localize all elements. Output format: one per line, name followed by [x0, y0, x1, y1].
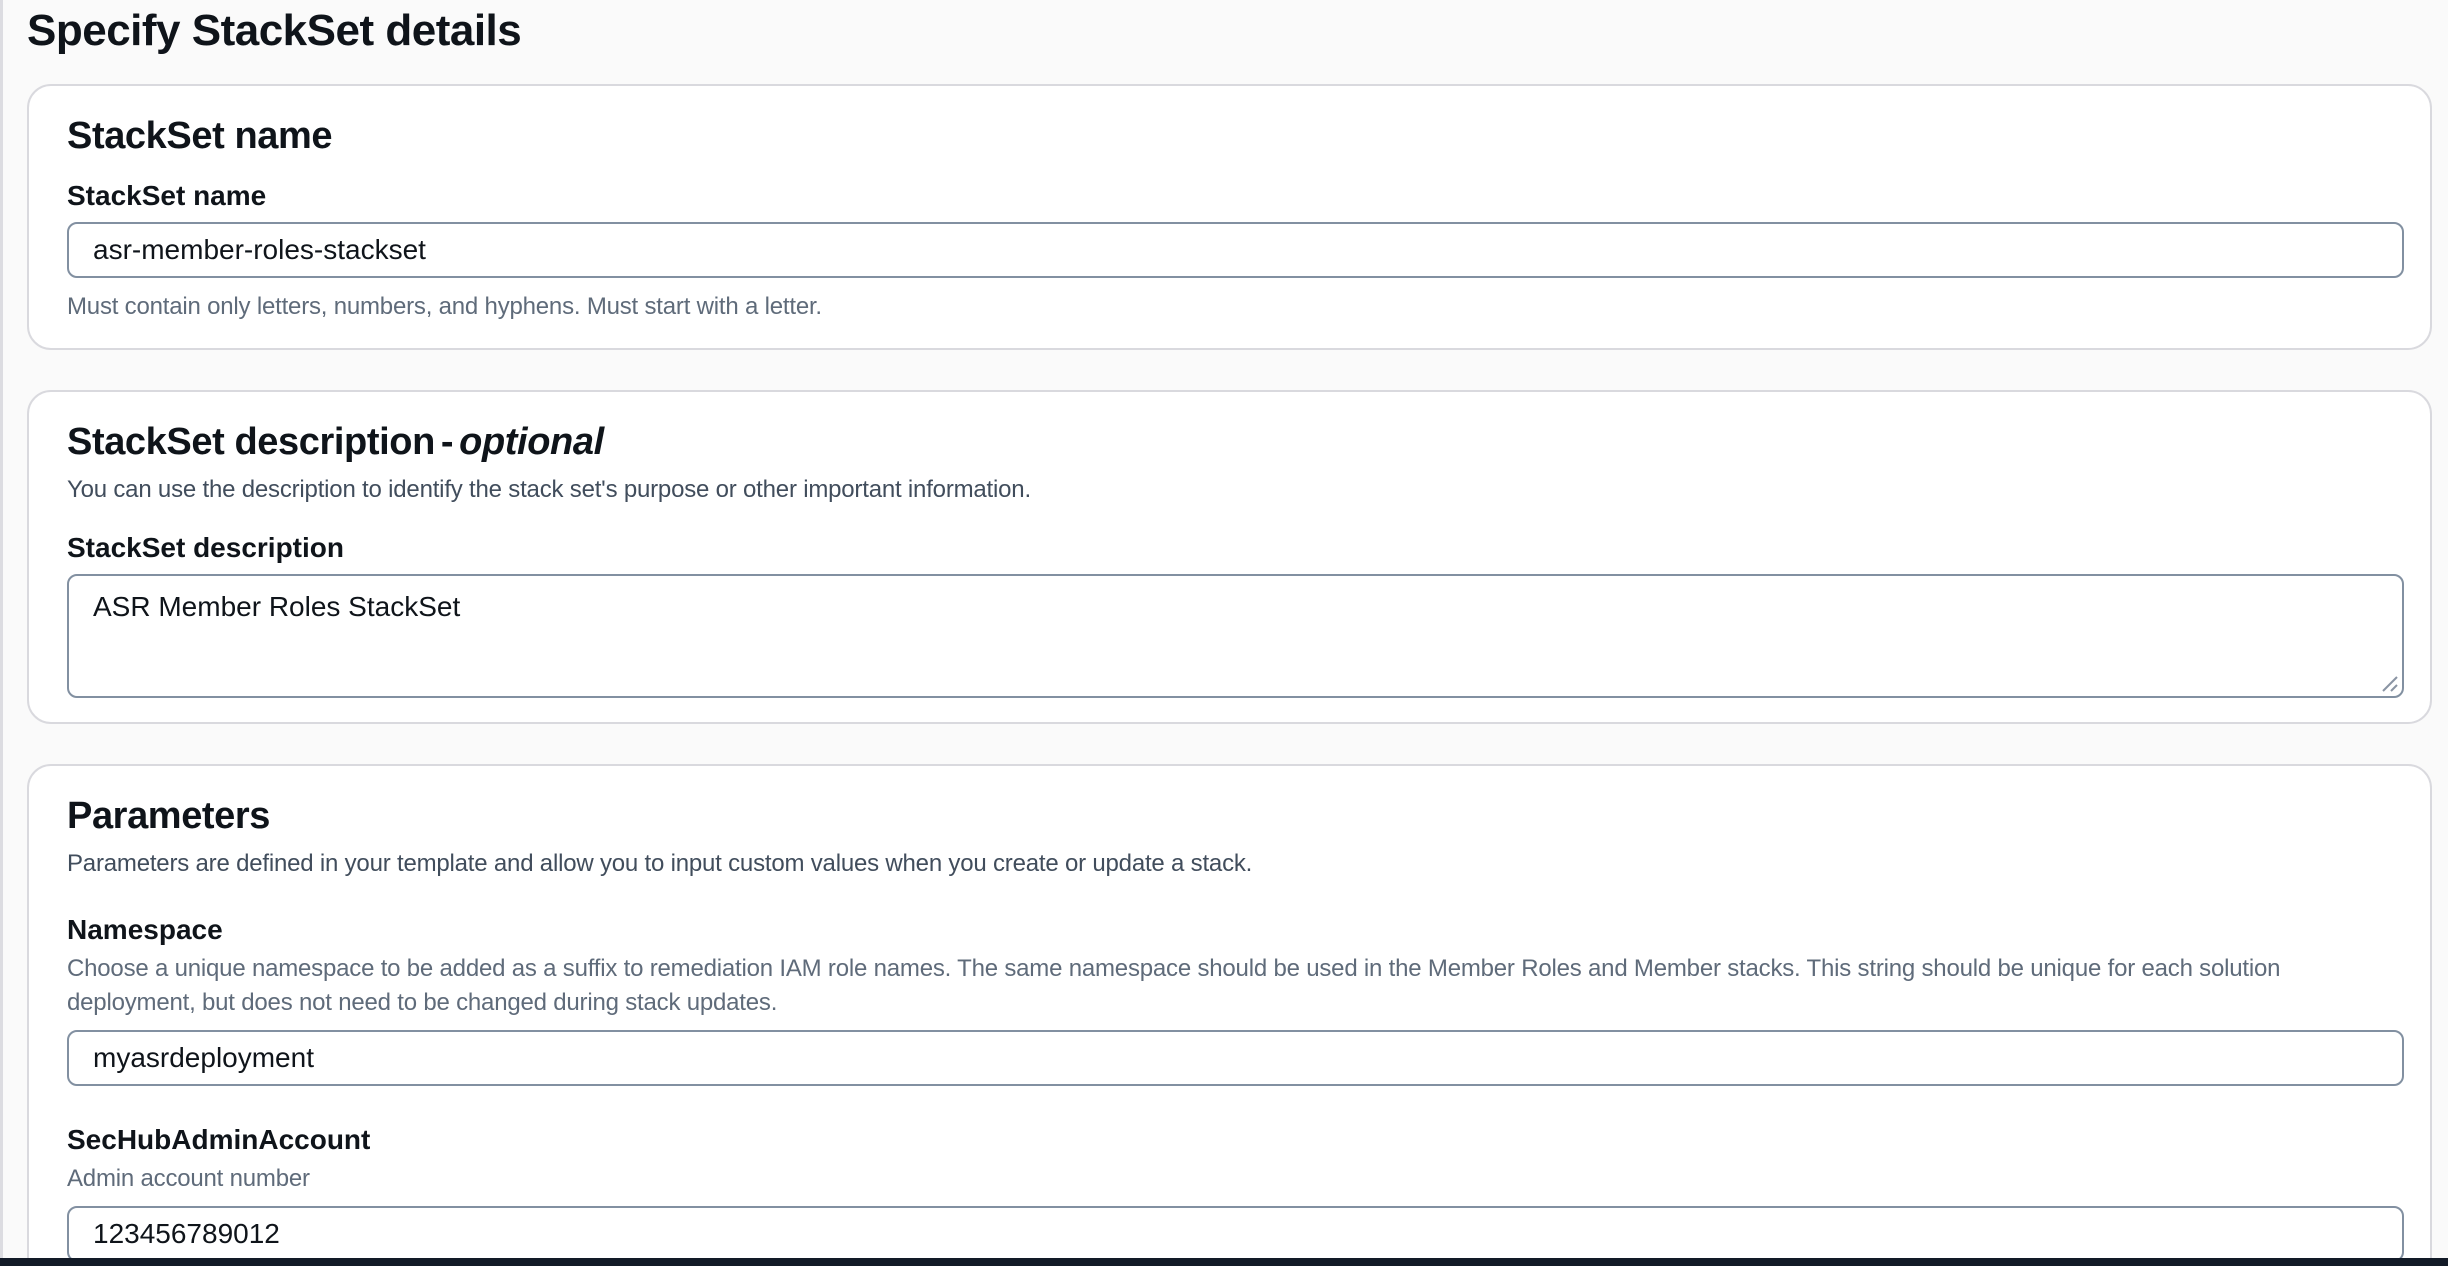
- section-title-separator: -: [441, 421, 453, 463]
- page-title: Specify StackSet details: [27, 4, 2432, 58]
- stackset-name-card: StackSet name StackSet name Must contain…: [27, 84, 2432, 350]
- stackset-name-label: StackSet name: [67, 178, 2400, 214]
- sechubadminaccount-field: SecHubAdminAccount Admin account number: [67, 1122, 2400, 1262]
- section-title-optional: optional: [459, 421, 604, 463]
- stackset-name-field: StackSet name Must contain only letters,…: [67, 178, 2400, 324]
- stackset-description-label: StackSet description: [67, 530, 2400, 566]
- stackset-description-section-title: StackSet description-optional: [67, 418, 2400, 466]
- parameters-card: Parameters Parameters are defined in you…: [27, 764, 2432, 1266]
- stackset-name-section-title: StackSet name: [67, 112, 2400, 160]
- sechubadminaccount-input[interactable]: [67, 1206, 2404, 1262]
- section-title-text: StackSet description: [67, 421, 435, 463]
- stackset-description-field: StackSet description ASR Member Roles St…: [67, 530, 2400, 698]
- stackset-name-input[interactable]: [67, 222, 2404, 278]
- window-left-edge: [0, 0, 3, 1258]
- stackset-description-textarea[interactable]: ASR Member Roles StackSet: [67, 574, 2404, 698]
- stackset-description-textarea-wrap: ASR Member Roles StackSet: [67, 574, 2404, 698]
- stackset-name-constraint: Must contain only letters, numbers, and …: [67, 290, 2400, 324]
- namespace-field: Namespace Choose a unique namespace to b…: [67, 912, 2400, 1086]
- parameters-section-title: Parameters: [67, 792, 2400, 840]
- namespace-label: Namespace: [67, 912, 2400, 948]
- stackset-description-card: StackSet description-optional You can us…: [27, 390, 2432, 724]
- stackset-description-section-desc: You can use the description to identify …: [67, 472, 2400, 508]
- sechubadminaccount-description: Admin account number: [67, 1162, 2400, 1196]
- parameters-section-desc: Parameters are defined in your template …: [67, 846, 2400, 882]
- stackset-details-page: Specify StackSet details StackSet name S…: [0, 0, 2448, 1266]
- sechubadminaccount-label: SecHubAdminAccount: [67, 1122, 2400, 1158]
- window-bottom-edge: [0, 1258, 2448, 1266]
- namespace-description: Choose a unique namespace to be added as…: [67, 952, 2400, 1020]
- namespace-input[interactable]: [67, 1030, 2404, 1086]
- resize-handle-icon[interactable]: [2375, 669, 2399, 693]
